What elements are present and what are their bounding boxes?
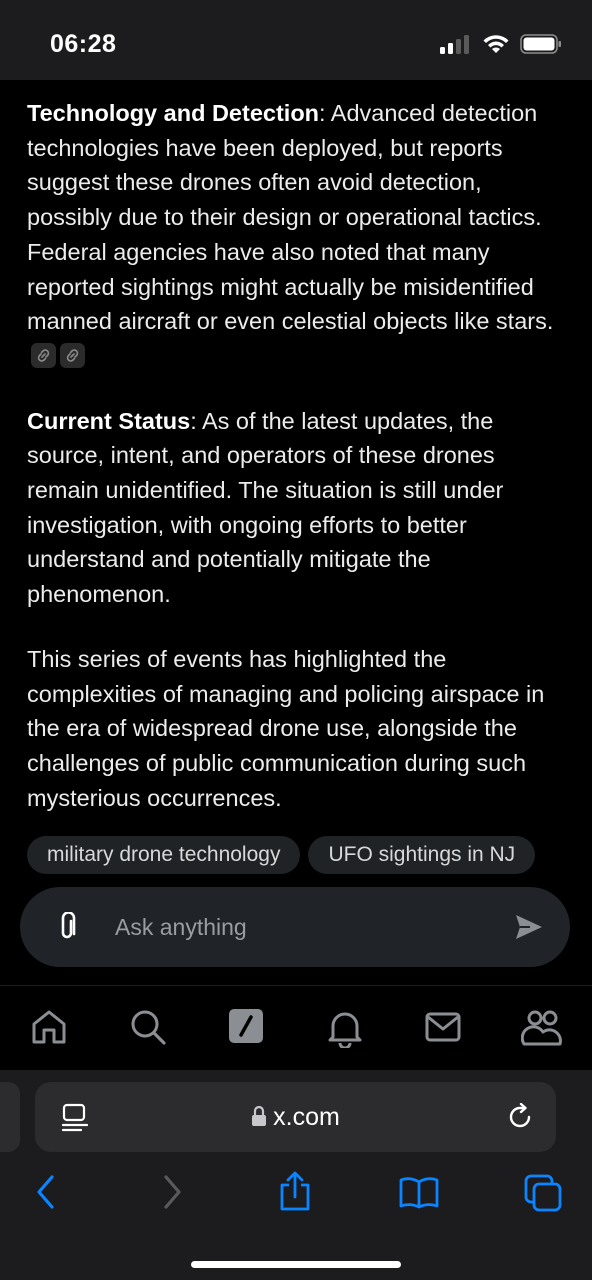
suggestion-chip[interactable]: military drone technology xyxy=(27,836,301,874)
citation-link-icon[interactable] xyxy=(60,342,85,368)
citation-link-icon[interactable] xyxy=(31,342,56,368)
ask-input[interactable]: Ask anything xyxy=(115,911,495,943)
paragraph-technology: Technology and Detection: Advanced detec… xyxy=(27,96,572,374)
status-bar: 06:28 xyxy=(0,0,592,80)
paragraph-text: : As of the latest updates, the source, … xyxy=(27,407,504,608)
back-icon[interactable] xyxy=(34,1174,58,1210)
home-icon[interactable] xyxy=(30,1008,68,1046)
lock-icon xyxy=(252,1105,267,1126)
url-display[interactable]: x.com xyxy=(35,1102,556,1132)
suggestion-chips: military drone technology UFO sightings … xyxy=(27,836,536,874)
communities-icon[interactable] xyxy=(521,1008,563,1048)
notifications-icon[interactable] xyxy=(326,1008,364,1048)
paragraph-status: Current Status: As of the latest updates… xyxy=(27,404,572,612)
share-icon[interactable] xyxy=(278,1170,312,1212)
messages-icon[interactable] xyxy=(424,1008,462,1046)
paragraph-text: : Advanced detection technologies have b… xyxy=(27,100,554,335)
composer: Ask anything xyxy=(20,887,570,967)
send-icon[interactable] xyxy=(514,913,544,941)
address-bar[interactable]: x.com xyxy=(35,1082,556,1152)
home-indicator xyxy=(191,1261,401,1268)
paragraph-heading: Current Status xyxy=(27,407,191,434)
bookmarks-icon[interactable] xyxy=(398,1176,440,1210)
status-time: 06:28 xyxy=(50,30,117,58)
grok-icon[interactable] xyxy=(228,1008,264,1044)
suggestion-chip[interactable]: UFO sightings in NJ xyxy=(308,836,536,874)
forward-icon[interactable] xyxy=(160,1174,184,1210)
battery-icon xyxy=(520,34,561,54)
paragraph-heading: Technology and Detection xyxy=(27,100,320,126)
wifi-icon xyxy=(483,35,509,53)
cellular-signal-icon xyxy=(440,35,469,54)
paperclip-icon[interactable] xyxy=(54,912,80,942)
tabs-icon[interactable] xyxy=(524,1174,562,1212)
response-content: Technology and Detection: Advanced detec… xyxy=(27,96,572,845)
app-tab-bar xyxy=(0,985,592,1072)
reload-icon[interactable] xyxy=(506,1103,534,1131)
paragraph-summary: This series of events has highlighted th… xyxy=(27,645,545,811)
previous-tab-preview[interactable] xyxy=(0,1082,20,1152)
url-text: x.com xyxy=(273,1103,340,1131)
status-icons xyxy=(440,34,562,54)
search-icon[interactable] xyxy=(129,1008,167,1046)
